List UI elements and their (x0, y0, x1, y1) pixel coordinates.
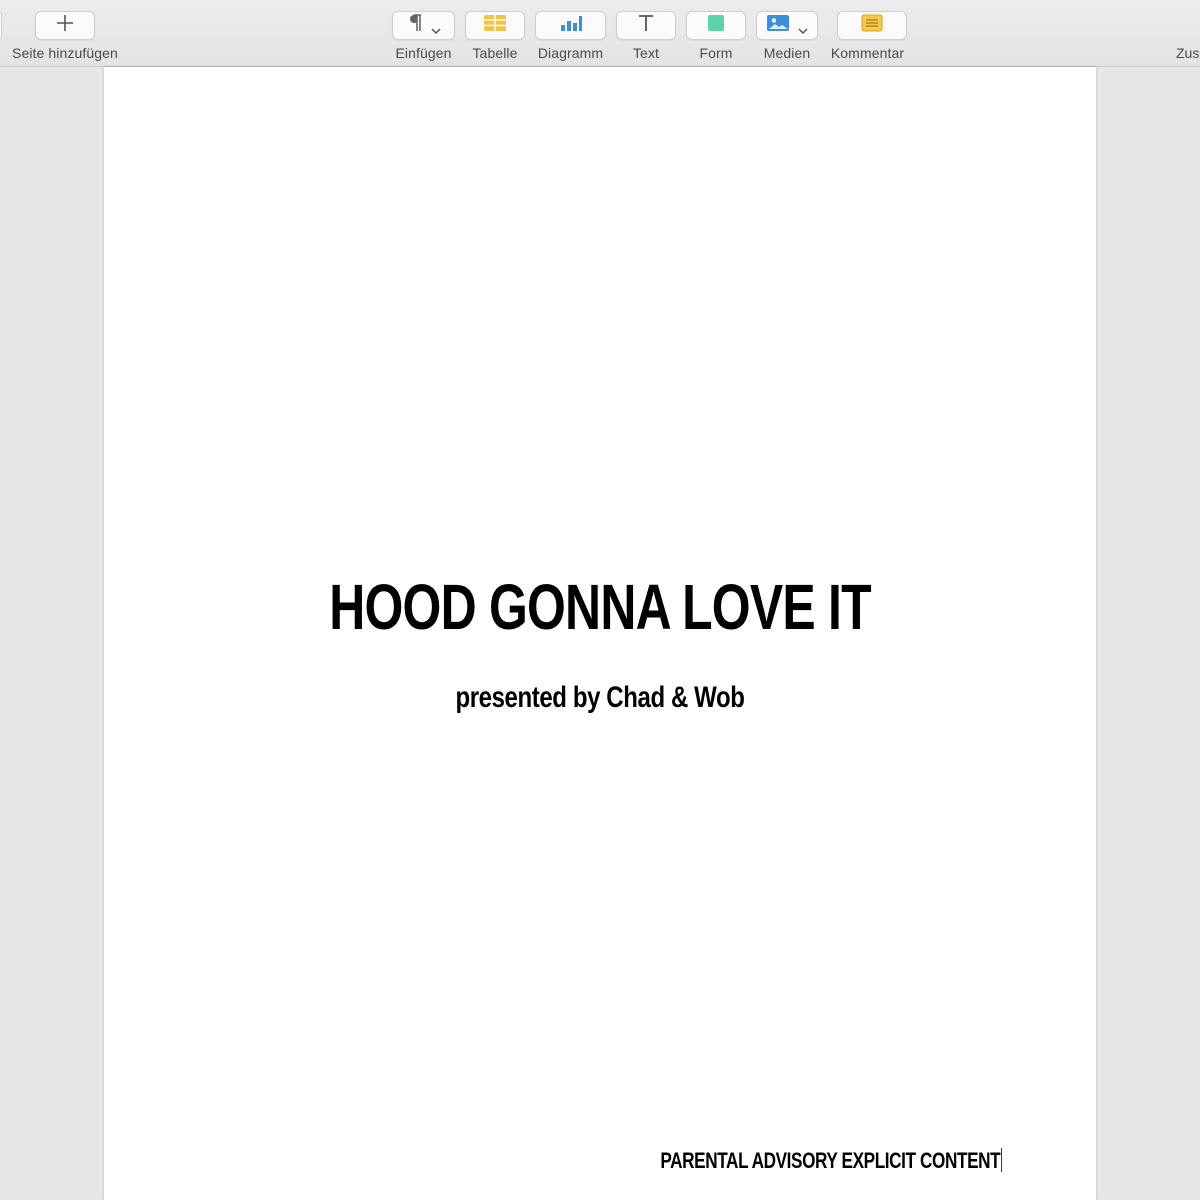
add-page-label: Seite hinzufügen (12, 45, 118, 61)
collaborate-label-partial[interactable]: Zusammenarbeit (1176, 45, 1200, 61)
pages-app-window: Seite hinzufügen Einfügen Tabelle Diagra… (0, 0, 1200, 1200)
plus-icon (56, 14, 74, 37)
text-icon (636, 13, 656, 38)
add-page-button[interactable] (34, 11, 95, 40)
shape-label: Form (699, 45, 733, 61)
document-footer-line[interactable]: PARENTAL ADVISORY EXPLICIT CONTENT (660, 1147, 1002, 1175)
table-icon (483, 14, 507, 37)
footer-text[interactable]: PARENTAL ADVISORY EXPLICIT CONTENT (660, 1148, 1000, 1173)
insert-tool: Einfügen (392, 11, 455, 61)
table-button[interactable] (465, 11, 525, 40)
document-subtitle[interactable]: presented by Chad & Wob (203, 680, 997, 716)
pilcrow-icon (407, 13, 423, 38)
view-button-partial[interactable] (0, 11, 2, 40)
text-tool: Text (616, 11, 676, 61)
comment-button[interactable] (837, 11, 907, 40)
shape-tool: Form (686, 11, 746, 61)
media-tool: Medien (756, 11, 818, 61)
document-title[interactable]: HOOD GONNA LOVE IT (213, 572, 987, 642)
add-page-tool: Seite hinzufügen (12, 11, 118, 61)
text-button[interactable] (616, 11, 676, 40)
toolbar: Seite hinzufügen Einfügen Tabelle Diagra… (0, 0, 1200, 67)
media-label: Medien (763, 45, 811, 61)
insert-label: Einfügen (395, 45, 452, 61)
insert-button[interactable] (392, 11, 455, 40)
chevron-down-icon (430, 22, 441, 34)
image-icon (766, 14, 790, 37)
chart-button[interactable] (535, 11, 606, 40)
comment-icon (861, 14, 883, 37)
text-cursor (1000, 1148, 1002, 1172)
media-button[interactable] (756, 11, 818, 40)
document-canvas: HOOD GONNA LOVE IT presented by Chad & W… (0, 67, 1200, 1200)
table-label: Tabelle (472, 45, 518, 61)
comment-tool: Kommentar (828, 11, 907, 61)
bar-chart-icon (559, 14, 583, 37)
table-tool: Tabelle (465, 11, 525, 61)
document-page[interactable]: HOOD GONNA LOVE IT presented by Chad & W… (104, 67, 1096, 1200)
chart-label: Diagramm (537, 45, 604, 61)
chevron-down-icon (798, 22, 808, 34)
text-label: Text (632, 45, 660, 61)
shape-button[interactable] (686, 11, 746, 40)
chart-tool: Diagramm (535, 11, 606, 61)
comment-label: Kommentar (830, 45, 905, 61)
shape-icon (707, 14, 725, 37)
